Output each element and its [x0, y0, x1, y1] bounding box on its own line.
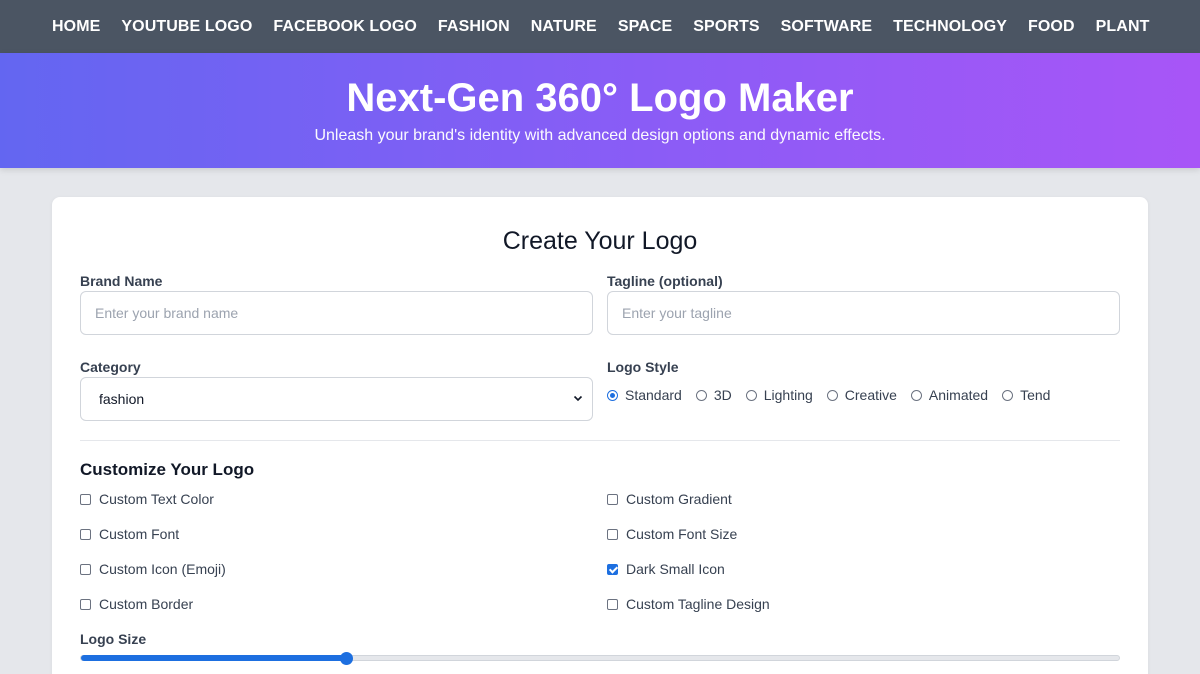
logo-form-card: Create Your Logo Brand Name Tagline (opt… [52, 197, 1148, 674]
slider-fill [81, 655, 346, 661]
checkbox-label: Custom Icon (Emoji) [99, 561, 226, 577]
checkbox[interactable] [607, 493, 618, 505]
chevron-down-icon [573, 395, 583, 402]
logo-style-label: Logo Style [607, 359, 679, 375]
radio-label: Standard [625, 387, 682, 403]
dark-small-icon-option[interactable]: Dark Small Icon [607, 561, 725, 577]
custom-font-size-option[interactable]: Custom Font Size [607, 526, 737, 542]
logo-size-slider[interactable] [80, 652, 1120, 665]
nav-food[interactable]: FOOD [1028, 18, 1075, 36]
nav-facebook-logo[interactable]: FACEBOOK LOGO [273, 18, 417, 36]
nav-space[interactable]: SPACE [618, 18, 672, 36]
logo-style-option-standard[interactable]: Standard [607, 387, 682, 403]
nav-technology[interactable]: TECHNOLOGY [893, 18, 1007, 36]
logo-style-option-animated[interactable]: Animated [910, 387, 989, 403]
checkbox-label: Custom Border [99, 596, 194, 612]
radio-button[interactable] [826, 389, 838, 401]
nav-fashion[interactable]: FASHION [438, 18, 510, 36]
nav-youtube-logo[interactable]: YOUTUBE LOGO [121, 18, 252, 36]
radio-label: 3D [713, 387, 732, 403]
checkbox-label: Custom Font Size [626, 526, 738, 542]
hero-title: Next-Gen 360° Logo Maker [346, 76, 854, 120]
checkbox[interactable] [607, 528, 618, 540]
form-title: Create Your Logo [502, 227, 698, 255]
hero-subtitle: Unleash your brand's identity with advan… [314, 127, 886, 144]
checkbox-label: Custom Gradient [626, 491, 732, 507]
checkbox-label: Custom Tagline Design [626, 596, 770, 612]
nav-nature[interactable]: NATURE [531, 18, 597, 36]
radio-button[interactable] [1002, 389, 1014, 401]
custom-border-option[interactable]: Custom Border [80, 596, 193, 612]
checkbox[interactable] [80, 528, 91, 540]
checkbox-label: Custom Font [99, 526, 180, 542]
logo-style-option-tend[interactable]: Tend [1002, 387, 1050, 403]
radio-label: Creative [844, 387, 897, 403]
hero-banner: Next-Gen 360° Logo Maker Unleash your br… [0, 53, 1200, 168]
category-selected-value: fashion [99, 391, 145, 407]
logo-style-option-3d[interactable]: 3D [695, 387, 732, 403]
logo-size-label: Logo Size [80, 631, 147, 647]
nav-plant[interactable]: PLANT [1096, 18, 1150, 36]
radio-button[interactable] [745, 389, 757, 401]
logo-style-option-lighting[interactable]: Lighting [745, 387, 813, 403]
nav-software[interactable]: SOFTWARE [781, 18, 872, 36]
logo-style-option-creative[interactable]: Creative [826, 387, 897, 403]
slider-thumb[interactable] [339, 652, 353, 665]
checkbox-label: Dark Small Icon [626, 561, 725, 577]
top-navigation: HOME YOUTUBE LOGO FACEBOOK LOGO FASHION … [0, 0, 1200, 53]
custom-tagline-design-option[interactable]: Custom Tagline Design [607, 596, 770, 612]
tagline-input[interactable] [607, 291, 1120, 335]
category-select[interactable]: fashion [80, 377, 593, 421]
custom-gradient-option[interactable]: Custom Gradient [607, 491, 732, 507]
radio-button[interactable] [695, 389, 707, 401]
nav-sports[interactable]: SPORTS [693, 18, 759, 36]
custom-font-option[interactable]: Custom Font [80, 526, 179, 542]
checkbox[interactable] [80, 598, 91, 610]
radio-label: Tend [1020, 387, 1051, 403]
category-label: Category [80, 359, 141, 375]
logo-style-radio-group: Standard 3D Lighting Creative Animated T… [607, 387, 1064, 403]
customize-section-title: Customize Your Logo [80, 460, 255, 479]
checkbox[interactable] [80, 563, 91, 575]
brand-name-input[interactable] [80, 291, 593, 335]
checkbox[interactable] [607, 563, 618, 575]
nav-home[interactable]: HOME [52, 18, 100, 36]
checkbox[interactable] [80, 493, 91, 505]
radio-button[interactable] [910, 389, 922, 401]
brand-name-label: Brand Name [80, 273, 163, 289]
custom-icon-emoji-option[interactable]: Custom Icon (Emoji) [80, 561, 226, 577]
checkbox-label: Custom Text Color [99, 491, 214, 507]
radio-button[interactable] [607, 389, 618, 401]
radio-label: Animated [928, 387, 989, 403]
section-divider [80, 440, 1120, 441]
custom-text-color-option[interactable]: Custom Text Color [80, 491, 214, 507]
tagline-label: Tagline (optional) [607, 273, 723, 289]
radio-label: Lighting [763, 387, 813, 403]
checkbox[interactable] [607, 598, 618, 610]
